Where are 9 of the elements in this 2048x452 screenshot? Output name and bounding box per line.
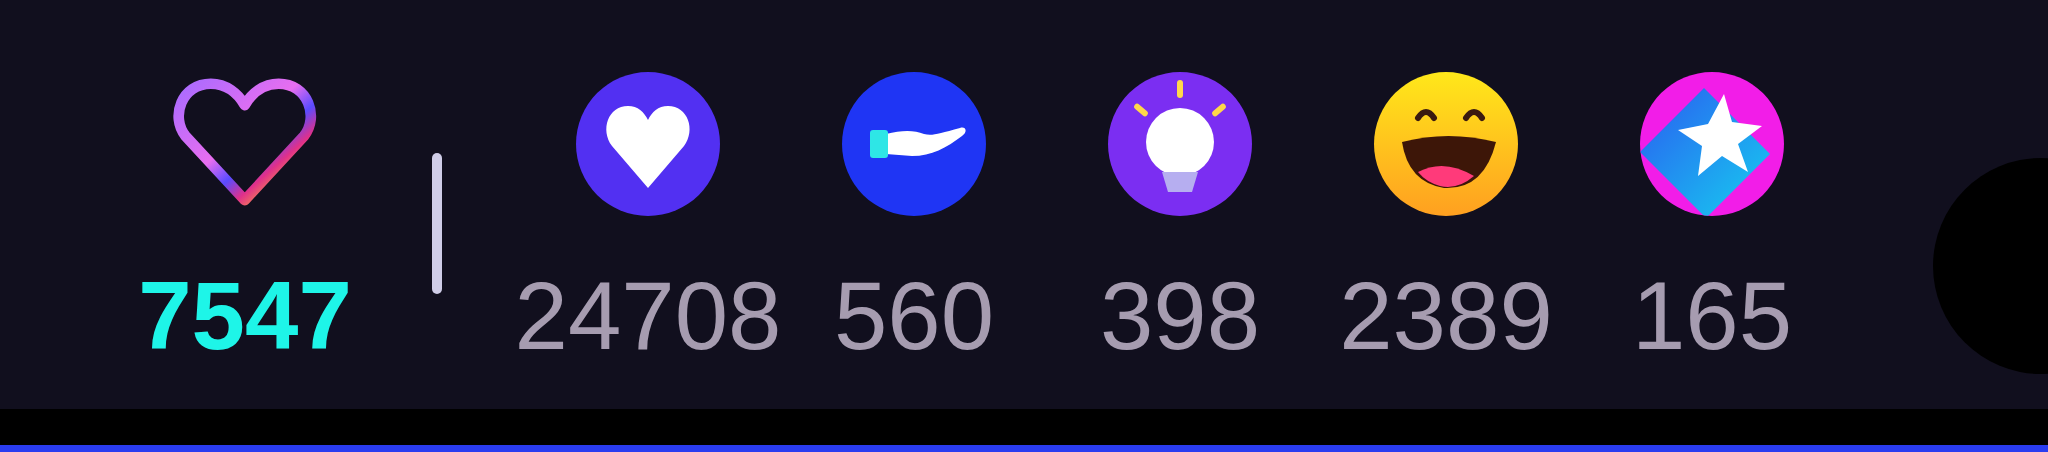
lightbulb-icon[interactable] (1108, 72, 1252, 216)
hand-icon[interactable] (842, 72, 986, 216)
total-count: 7547 (138, 268, 352, 364)
reaction-count: 165 (1631, 268, 1793, 364)
laughing-face-icon[interactable] (1374, 72, 1518, 216)
reaction-count: 560 (833, 268, 995, 364)
reaction-count: 398 (1099, 268, 1261, 364)
reaction-count: 24708 (514, 268, 782, 364)
reaction-count: 2389 (1339, 268, 1553, 364)
